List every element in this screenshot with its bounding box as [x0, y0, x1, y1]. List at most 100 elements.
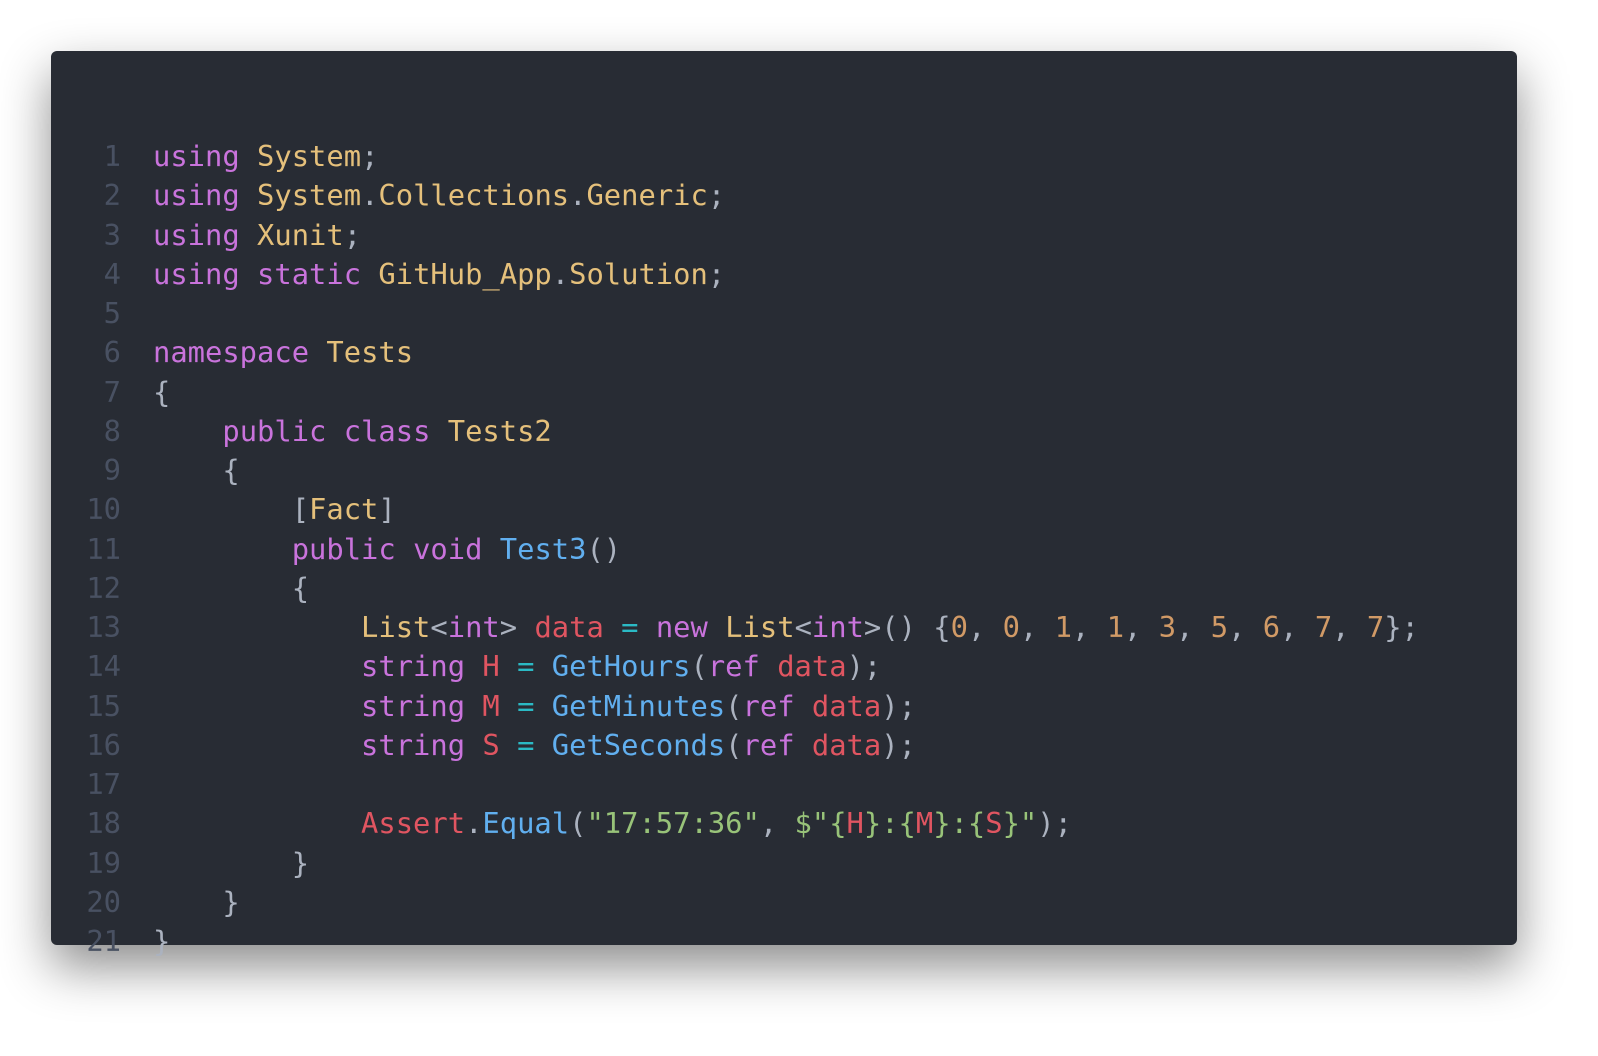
code-line: 20 }: [51, 883, 1419, 922]
line-source: public void Test3(): [153, 530, 621, 569]
code-line: 10 [Fact]: [51, 490, 1419, 529]
code-token: int: [811, 610, 864, 644]
code-token: ,: [1019, 610, 1055, 644]
code-token: 1: [1054, 610, 1073, 644]
line-source: }: [153, 883, 240, 922]
code-line: 4 using static GitHub_App.Solution;: [51, 255, 1419, 294]
code-token: GetHours: [551, 649, 691, 684]
line-source: string S = GetSeconds(ref data);: [153, 726, 916, 765]
code-line: 5: [51, 294, 1419, 333]
line-number: 9: [103, 453, 121, 487]
line-source: using Xunit;: [153, 216, 361, 255]
code-token: ]: [378, 492, 396, 527]
code-token: string: [361, 688, 466, 723]
line-number: 1: [103, 139, 121, 173]
code-token: =: [517, 649, 535, 684]
code-line: 1 using System;: [51, 137, 1419, 176]
code-token: S: [482, 727, 500, 762]
code-line: 21}: [51, 922, 1419, 961]
code-token: ,: [1228, 610, 1263, 644]
code-token: GetSeconds: [551, 727, 726, 762]
code-token: data: [534, 610, 604, 644]
code-line: 8 public class Tests2: [51, 412, 1419, 451]
code-token: }": [1002, 806, 1038, 841]
code-token: using: [153, 217, 240, 252]
code-token: ,: [1072, 610, 1107, 644]
code-token: }:{: [933, 806, 986, 841]
code-token: [: [153, 492, 310, 527]
code-line: 12 {: [51, 569, 1419, 608]
code-token: 0: [950, 610, 968, 644]
code-token: Equal: [482, 806, 570, 841]
line-source: [Fact]: [153, 490, 396, 529]
code-token: 0: [1002, 610, 1020, 644]
line-source: public class Tests2: [153, 412, 552, 451]
line-number: 18: [86, 806, 121, 841]
line-number: 11: [86, 531, 121, 566]
code-token: System: [257, 178, 362, 213]
code-token: (: [725, 727, 743, 762]
code-line: 14 string H = GetHours(ref data);: [51, 647, 1419, 686]
code-token: }:{: [863, 806, 916, 841]
line-number: 5: [103, 296, 121, 330]
code-line: 9 {: [51, 451, 1419, 490]
code-token: "17:57:36": [586, 806, 760, 841]
code-token: >: [499, 610, 535, 644]
code-token: string: [361, 727, 466, 762]
line-number: 15: [86, 688, 121, 723]
line-source: using static GitHub_App.Solution;: [153, 255, 725, 294]
code-token: );: [846, 649, 882, 684]
code-token: 3: [1158, 610, 1177, 644]
code-token: =: [517, 727, 535, 762]
line-source: using System;: [153, 137, 378, 176]
code-block: 1 using System; 2 using System.Collections.…: [51, 137, 1419, 961]
line-number: 21: [86, 924, 121, 958]
line-number: 2: [103, 178, 121, 213]
code-token: }: [153, 845, 310, 880]
code-token: ,: [1176, 610, 1211, 644]
code-token: GitHub_App: [378, 256, 552, 291]
code-token: Generic: [586, 178, 708, 213]
code-token: =: [517, 688, 535, 723]
code-token: (: [569, 806, 587, 841]
code-token: }: [153, 884, 240, 919]
code-token: Tests2: [447, 413, 552, 448]
code-token: 6: [1262, 610, 1281, 644]
code-token: $"{: [794, 806, 847, 841]
line-number: 12: [86, 570, 121, 605]
line-source: }: [153, 844, 309, 883]
code-token: .: [361, 178, 379, 213]
code-token: data: [777, 649, 847, 684]
code-token: Test3: [499, 531, 587, 566]
code-token: ;: [707, 178, 726, 213]
code-line: 6 namespace Tests: [51, 333, 1419, 372]
line-source: namespace Tests: [153, 333, 413, 372]
code-token: >() {: [863, 610, 951, 644]
code-token: ,: [1332, 610, 1367, 644]
code-token: );: [881, 727, 916, 762]
code-token: GetMinutes: [551, 688, 726, 723]
code-token: List: [361, 610, 431, 644]
line-source: string H = GetHours(ref data);: [153, 647, 881, 686]
code-token: ;: [343, 217, 362, 252]
line-source: {: [153, 373, 170, 412]
line-source: string M = GetMinutes(ref data);: [153, 687, 916, 726]
code-line: 17: [51, 765, 1419, 804]
code-token: data: [811, 688, 882, 723]
line-source: {: [153, 569, 309, 608]
